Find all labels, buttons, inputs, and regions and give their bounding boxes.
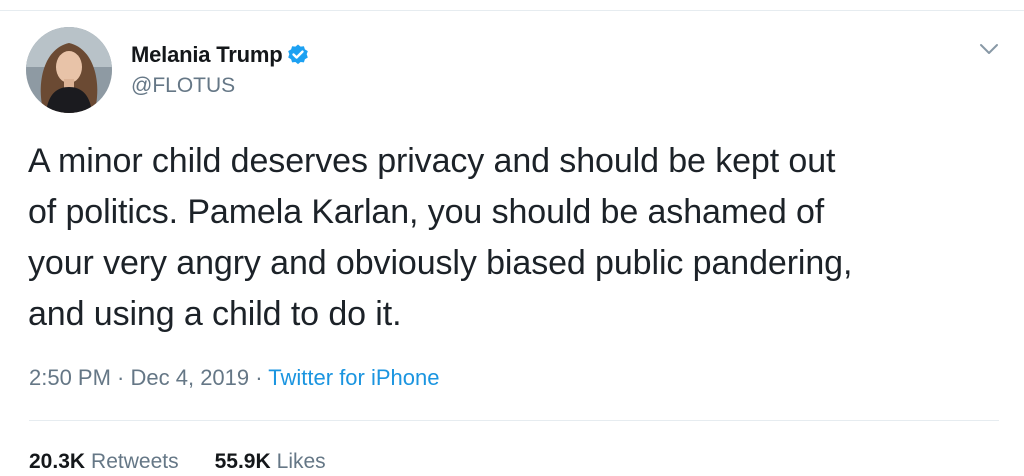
top-divider: [0, 10, 1024, 11]
retweets-count: 20.3K: [29, 450, 86, 473]
tweet-text-line: A minor child deserves privacy and shoul…: [28, 142, 836, 180]
author-name-row[interactable]: Melania Trump: [131, 40, 310, 70]
meta-separator: ·: [110, 365, 131, 390]
display-name[interactable]: Melania Trump: [131, 42, 283, 68]
tweet-date[interactable]: Dec 4, 2019: [131, 365, 250, 390]
stats-divider: [29, 420, 999, 421]
tweet-metadata: 2:50 PM · Dec 4, 2019 · Twitter for iPho…: [29, 365, 439, 391]
tweet-card: Melania Trump @FLOTUS A minor child dese…: [0, 0, 1024, 476]
retweets-stat[interactable]: 20.3K Retweets: [29, 450, 179, 474]
tweet-text-line: and using a child to do it.: [28, 295, 402, 333]
likes-label: Likes: [276, 450, 326, 473]
retweets-label: Retweets: [91, 450, 179, 473]
user-handle[interactable]: @FLOTUS: [131, 74, 235, 98]
likes-stat[interactable]: 55.9K Likes: [215, 450, 326, 474]
tweet-stats: 20.3K Retweets 55.9K Likes: [29, 450, 362, 474]
likes-count: 55.9K: [214, 450, 271, 473]
profile-photo: [26, 27, 112, 113]
verified-badge-icon: [286, 43, 310, 67]
tweet-text-line: your very angry and obviously biased pub…: [28, 244, 853, 282]
chevron-down-icon[interactable]: [978, 40, 1000, 58]
avatar[interactable]: [26, 27, 112, 113]
tweet-time[interactable]: 2:50 PM: [29, 365, 111, 390]
meta-separator: ·: [249, 365, 269, 390]
tweet-text-line: of politics. Pamela Karlan, you should b…: [28, 193, 825, 231]
tweet-source-link[interactable]: Twitter for iPhone: [268, 365, 439, 390]
tweet-text: A minor child deserves privacy and shoul…: [28, 136, 1003, 340]
